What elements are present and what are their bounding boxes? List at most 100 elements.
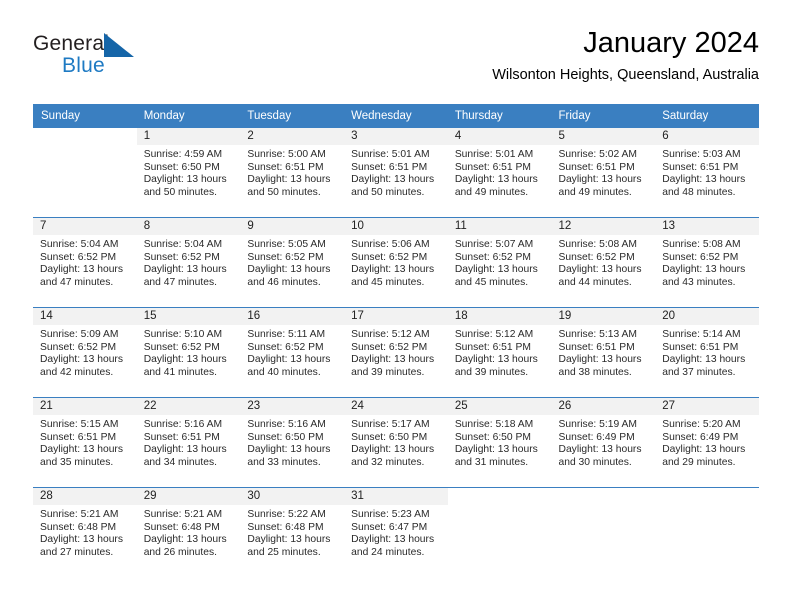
calendar-day-cell[interactable]: 3 Sunrise: 5:01 AM Sunset: 6:51 PM Daylight… (344, 127, 448, 218)
day-sun-times: Sunrise: 5:21 AM Sunset: 6:48 PM Daylight:… (137, 505, 241, 559)
calendar-day-cell[interactable]: 7 Sunrise: 5:04 AM Sunset: 6:52 PM Daylight… (33, 217, 137, 308)
daylight-duration: and 40 minutes. (247, 366, 321, 378)
daylight-duration: and 31 minutes. (454, 456, 529, 468)
calendar-day-cell[interactable]: 26 Sunrise: 5:19 AM Sunset: 6:49 PM Dayligh… (551, 397, 656, 488)
day-number: 20 (655, 308, 759, 325)
daylight-duration: Daylight: 13 hours (454, 174, 538, 186)
calendar-day-cell[interactable]: 15 Sunrise: 5:10 AM Sunset: 6:52 PM Dayligh… (136, 307, 241, 398)
calendar-week-row: 1 Sunrise: 4:59 AM Sunset: 6:50 PM Daylight… (33, 127, 759, 218)
calendar-day-cell-inner: 20 Sunrise: 5:14 AM Sunset: 6:51 PM Dayligh… (655, 308, 759, 397)
calendar-day-cell[interactable]: 13 Sunrise: 5:08 AM Sunset: 6:52 PM Dayligh… (655, 217, 759, 308)
sunrise-time: Sunrise: 5:08 AM (558, 239, 637, 250)
calendar-day-cell[interactable]: 6 Sunrise: 5:03 AM Sunset: 6:51 PM Daylight… (655, 127, 759, 218)
day-number (447, 488, 552, 505)
day-number: 7 (33, 218, 137, 235)
day-number: 4 (447, 128, 552, 145)
day-number: 29 (136, 488, 241, 505)
calendar-day-cell[interactable]: 4 Sunrise: 5:01 AM Sunset: 6:51 PM Daylight… (447, 127, 552, 218)
day-number: 13 (655, 218, 759, 235)
calendar-day-cell-inner (551, 488, 656, 577)
daylight-duration: and 32 minutes. (351, 456, 425, 468)
daylight-duration: Daylight: 13 hours (558, 444, 642, 456)
sunset-time: Sunset: 6:51 PM (558, 341, 635, 353)
day-sun-times: Sunrise: 5:12 AM Sunset: 6:51 PM Daylight:… (448, 325, 552, 379)
day-number: 14 (33, 308, 137, 325)
calendar-day-cell[interactable]: 30 Sunrise: 5:22 AM Sunset: 6:48 PM Dayligh… (240, 487, 345, 577)
calendar-day-cell[interactable]: 22 Sunrise: 5:16 AM Sunset: 6:51 PM Dayligh… (136, 397, 241, 488)
day-number: 2 (240, 128, 345, 145)
calendar-day-cell-inner: 28 Sunrise: 5:21 AM Sunset: 6:48 PM Dayligh… (33, 488, 137, 577)
day-sun-times: Sunrise: 5:00 AM Sunset: 6:51 PM Daylight:… (240, 145, 344, 199)
calendar-day-cell-empty (655, 487, 759, 577)
calendar-day-cell[interactable]: 21 Sunrise: 5:15 AM Sunset: 6:51 PM Dayligh… (33, 397, 137, 488)
calendar-day-cell[interactable]: 24 Sunrise: 5:17 AM Sunset: 6:50 PM Dayligh… (344, 397, 448, 488)
day-sun-times: Sunrise: 5:01 AM Sunset: 6:51 PM Daylight:… (344, 145, 448, 199)
calendar-week-row: 7 Sunrise: 5:04 AM Sunset: 6:52 PM Daylight… (33, 217, 759, 308)
day-sun-times: Sunrise: 5:10 AM Sunset: 6:52 PM Daylight:… (137, 325, 241, 379)
calendar-day-cell[interactable]: 10 Sunrise: 5:06 AM Sunset: 6:52 PM Dayligh… (344, 217, 448, 308)
calendar-day-cell[interactable]: 9 Sunrise: 5:05 AM Sunset: 6:52 PM Daylight… (240, 217, 345, 308)
calendar-day-cell-inner: 10 Sunrise: 5:06 AM Sunset: 6:52 PM Dayligh… (344, 218, 448, 307)
daylight-duration: Daylight: 13 hours (662, 174, 746, 186)
calendar-day-cell[interactable]: 25 Sunrise: 5:18 AM Sunset: 6:50 PM Dayligh… (447, 397, 552, 488)
sunrise-time: Sunrise: 5:19 AM (558, 419, 637, 430)
day-sun-times: Sunrise: 5:13 AM Sunset: 6:51 PM Daylight:… (552, 325, 656, 379)
daylight-duration: and 47 minutes. (143, 276, 217, 288)
sunset-time: Sunset: 6:52 PM (351, 341, 428, 353)
daylight-duration: Daylight: 13 hours (351, 264, 435, 276)
daylight-duration: Daylight: 13 hours (558, 174, 642, 186)
calendar-day-cell[interactable]: 8 Sunrise: 5:04 AM Sunset: 6:52 PM Daylight… (136, 217, 241, 308)
calendar-day-cell[interactable]: 20 Sunrise: 5:14 AM Sunset: 6:51 PM Dayligh… (655, 307, 759, 398)
calendar-day-cell[interactable]: 28 Sunrise: 5:21 AM Sunset: 6:48 PM Dayligh… (33, 487, 137, 577)
day-sun-times: Sunrise: 5:05 AM Sunset: 6:52 PM Daylight:… (240, 235, 344, 289)
daylight-duration: and 42 minutes. (40, 366, 114, 378)
calendar-day-cell[interactable]: 14 Sunrise: 5:09 AM Sunset: 6:52 PM Dayligh… (33, 307, 137, 398)
day-sun-times: Sunrise: 5:15 AM Sunset: 6:51 PM Daylight:… (33, 415, 137, 469)
daylight-duration: Daylight: 13 hours (351, 174, 435, 186)
calendar-day-cell[interactable]: 5 Sunrise: 5:02 AM Sunset: 6:51 PM Daylight… (551, 127, 656, 218)
day-number: 26 (551, 398, 656, 415)
calendar-day-cell[interactable]: 16 Sunrise: 5:11 AM Sunset: 6:52 PM Dayligh… (240, 307, 345, 398)
day-number: 19 (551, 308, 656, 325)
calendar-day-cell-inner: 23 Sunrise: 5:16 AM Sunset: 6:50 PM Dayligh… (240, 398, 345, 487)
daylight-duration: Daylight: 13 hours (662, 354, 746, 366)
calendar-day-cell[interactable]: 29 Sunrise: 5:21 AM Sunset: 6:48 PM Dayligh… (136, 487, 241, 577)
daylight-duration: Daylight: 13 hours (662, 264, 746, 276)
daylight-duration: and 45 minutes. (454, 276, 529, 288)
calendar-day-cell[interactable]: 18 Sunrise: 5:12 AM Sunset: 6:51 PM Dayligh… (447, 307, 552, 398)
day-number: 28 (33, 488, 137, 505)
daylight-duration: and 34 minutes. (143, 456, 217, 468)
day-sun-times (655, 505, 759, 509)
calendar-day-cell[interactable]: 23 Sunrise: 5:16 AM Sunset: 6:50 PM Dayligh… (240, 397, 345, 488)
calendar-day-cell[interactable]: 12 Sunrise: 5:08 AM Sunset: 6:52 PM Dayligh… (551, 217, 656, 308)
sunrise-time: Sunrise: 5:05 AM (247, 239, 326, 250)
sunset-time: Sunset: 6:52 PM (143, 341, 220, 353)
sunset-time: Sunset: 6:50 PM (454, 431, 531, 443)
daylight-duration: Daylight: 13 hours (454, 444, 538, 456)
calendar-day-cell[interactable]: 1 Sunrise: 4:59 AM Sunset: 6:50 PM Daylight… (136, 127, 241, 218)
sunrise-time: Sunrise: 5:12 AM (454, 329, 534, 340)
sunrise-time: Sunrise: 5:13 AM (558, 329, 637, 340)
weekday-header-tuesday: Tuesday (240, 104, 345, 128)
calendar-day-cell[interactable]: 31 Sunrise: 5:23 AM Sunset: 6:47 PM Dayligh… (344, 487, 448, 577)
calendar-day-cell-empty (551, 487, 656, 577)
sunrise-time: Sunrise: 5:00 AM (247, 149, 326, 160)
calendar-day-cell-inner (33, 128, 137, 217)
day-number: 21 (33, 398, 137, 415)
daylight-duration: Daylight: 13 hours (143, 174, 227, 186)
calendar-day-cell[interactable]: 17 Sunrise: 5:12 AM Sunset: 6:52 PM Dayligh… (344, 307, 448, 398)
daylight-duration: and 33 minutes. (247, 456, 321, 468)
calendar-day-cell[interactable]: 2 Sunrise: 5:00 AM Sunset: 6:51 PM Daylight… (240, 127, 345, 218)
calendar-day-cell[interactable]: 11 Sunrise: 5:07 AM Sunset: 6:52 PM Dayligh… (447, 217, 552, 308)
sunrise-time: Sunrise: 5:16 AM (247, 419, 326, 430)
day-sun-times (552, 505, 656, 509)
daylight-duration: and 50 minutes. (247, 186, 321, 198)
calendar-day-cell[interactable]: 27 Sunrise: 5:20 AM Sunset: 6:49 PM Dayligh… (655, 397, 759, 488)
sunrise-time: Sunrise: 4:59 AM (143, 149, 223, 160)
sunrise-time: Sunrise: 5:14 AM (662, 329, 741, 340)
calendar-day-cell[interactable]: 19 Sunrise: 5:13 AM Sunset: 6:51 PM Dayligh… (551, 307, 656, 398)
calendar-day-cell-inner: 27 Sunrise: 5:20 AM Sunset: 6:49 PM Dayligh… (655, 398, 759, 487)
sunset-time: Sunset: 6:51 PM (662, 341, 739, 353)
day-sun-times: Sunrise: 5:14 AM Sunset: 6:51 PM Daylight:… (655, 325, 759, 379)
sunrise-time: Sunrise: 5:23 AM (351, 509, 430, 520)
